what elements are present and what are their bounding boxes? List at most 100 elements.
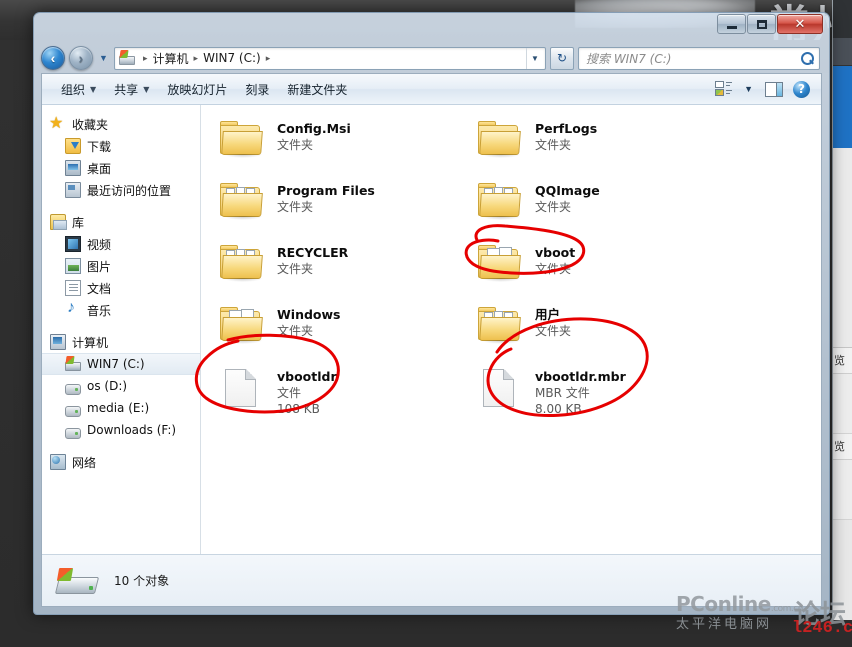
background-window-row: 览 — [833, 434, 852, 460]
address-dropdown-button[interactable]: ▼ — [526, 47, 543, 69]
file-type: 文件夹 — [277, 262, 314, 276]
file-name: vbootldr — [277, 369, 337, 384]
navigation-pane[interactable]: 收藏夹 下载 桌面 最近访问的位置 — [42, 105, 201, 554]
file-type: 文件夹 — [535, 138, 572, 152]
file-type: 文件夹 — [277, 324, 314, 338]
file-name: Windows — [277, 307, 341, 322]
breadcrumb-computer[interactable]: 计算机 — [153, 50, 189, 67]
close-icon: ✕ — [794, 16, 806, 32]
toolbar-slideshow-label: 放映幻灯片 — [167, 82, 228, 97]
back-button[interactable]: ‹ — [41, 46, 65, 70]
sidebar-item-win7-c[interactable]: WIN7 (C:) — [42, 353, 200, 375]
search-box[interactable]: 搜索 WIN7 (C:) — [578, 46, 820, 70]
background-window-titlebar — [833, 0, 852, 38]
breadcrumb-separator: ▸ — [143, 52, 148, 63]
help-button[interactable]: ? — [788, 79, 815, 100]
file-list[interactable]: Config.Msi 文件夹 PerfLogs 文件夹 Program File… — [201, 105, 821, 554]
forward-button[interactable]: › — [69, 46, 93, 70]
background-window-row: 览 — [833, 348, 852, 374]
list-item[interactable]: Windows 文件夹 — [215, 303, 473, 365]
refresh-button[interactable]: ↻ — [550, 46, 574, 70]
search-icon — [800, 51, 815, 66]
toolbar-share[interactable]: 共享 ▼ — [105, 78, 158, 101]
file-name: vbootldr.mbr — [535, 369, 626, 384]
folder-files-icon — [477, 181, 523, 221]
background-window[interactable]: 览 览 — [832, 0, 852, 620]
background-window-accent — [833, 66, 852, 148]
desktop-icon — [65, 160, 81, 176]
sidebar-label: 图片 — [87, 259, 112, 274]
window-titlebar[interactable]: ✕ — [41, 13, 823, 43]
preview-pane-button[interactable] — [760, 80, 788, 99]
sidebar-item-downloads[interactable]: 下载 — [42, 135, 200, 157]
address-bar[interactable]: ▸ 计算机 ▸ WIN7 (C:) ▸ ▼ — [114, 46, 546, 70]
breadcrumb-separator[interactable]: ▸ — [266, 53, 271, 64]
breadcrumb-separator[interactable]: ▸ — [194, 53, 199, 64]
close-button[interactable]: ✕ — [777, 14, 823, 34]
toolbar-organize[interactable]: 组织 ▼ — [52, 78, 105, 101]
sidebar-item-videos[interactable]: 视频 — [42, 233, 200, 255]
refresh-icon: ↻ — [556, 51, 568, 65]
toolbar-burn-label: 刻录 — [245, 82, 270, 97]
file-type: MBR 文件 — [535, 386, 590, 400]
breadcrumb-win7c[interactable]: WIN7 (C:) — [203, 51, 261, 65]
network-icon — [50, 454, 66, 470]
file-icon — [219, 367, 265, 409]
history-dropdown-button[interactable]: ▼ — [97, 46, 110, 70]
folder-files-icon — [477, 305, 523, 345]
chevron-down-icon[interactable]: ▼ — [737, 84, 760, 94]
list-item[interactable]: PerfLogs 文件夹 — [473, 117, 731, 179]
list-item[interactable]: RECYCLER 文件夹 — [215, 241, 473, 303]
toolbar-new-folder-label: 新建文件夹 — [287, 82, 348, 97]
minimize-button[interactable] — [717, 14, 746, 34]
sidebar-label: 最近访问的位置 — [87, 183, 172, 198]
music-icon — [65, 299, 81, 318]
drive-icon — [65, 383, 81, 395]
status-bar: 10 个对象 — [42, 554, 821, 606]
sidebar-item-documents[interactable]: 文档 — [42, 277, 200, 299]
sidebar-item-libraries[interactable]: 库 — [42, 211, 200, 233]
background-window-tabs — [833, 38, 852, 66]
background-window-fill — [833, 460, 852, 520]
file-size: 8.00 KB — [535, 402, 582, 416]
drive-icon — [54, 564, 100, 598]
list-item[interactable]: vboot 文件夹 — [473, 241, 731, 303]
toolbar-slideshow[interactable]: 放映幻灯片 — [158, 78, 236, 101]
sidebar-label: 收藏夹 — [72, 117, 109, 132]
sidebar-item-computer[interactable]: 计算机 — [42, 331, 200, 353]
list-item[interactable]: vbootldr.mbr MBR 文件 8.00 KB — [473, 365, 731, 427]
chevron-down-icon: ▼ — [90, 84, 97, 94]
sidebar-item-desktop[interactable]: 桌面 — [42, 157, 200, 179]
sidebar-item-recent-places[interactable]: 最近访问的位置 — [42, 179, 200, 201]
list-item[interactable]: 用户 文件夹 — [473, 303, 731, 365]
folder-files-icon — [219, 181, 265, 221]
download-folder-icon — [65, 138, 81, 154]
folder-windows-icon — [219, 305, 265, 345]
file-type: 文件 — [277, 386, 302, 400]
sidebar-label: 计算机 — [72, 335, 109, 350]
toolbar-burn[interactable]: 刻录 — [236, 78, 278, 101]
sidebar-item-pictures[interactable]: 图片 — [42, 255, 200, 277]
sidebar-item-network[interactable]: 网络 — [42, 451, 200, 473]
sidebar-label: WIN7 (C:) — [87, 357, 145, 371]
list-item[interactable]: Program Files 文件夹 — [215, 179, 473, 241]
list-item[interactable]: vbootldr 文件 108 KB — [215, 365, 473, 427]
sidebar-item-os-d[interactable]: os (D:) — [42, 375, 200, 397]
sidebar-item-downloads-f[interactable]: Downloads (F:) — [42, 419, 200, 441]
file-name: Program Files — [277, 183, 375, 198]
maximize-button[interactable] — [747, 14, 776, 34]
list-item[interactable]: Config.Msi 文件夹 — [215, 117, 473, 179]
sidebar-label: media (E:) — [87, 401, 150, 415]
file-type: 文件夹 — [277, 138, 314, 152]
window-body: 收藏夹 下载 桌面 最近访问的位置 — [42, 105, 821, 554]
sidebar-item-music[interactable]: 音乐 — [42, 299, 200, 321]
sidebar-label: 文档 — [87, 281, 112, 296]
help-icon: ? — [793, 80, 810, 98]
sidebar-item-favorites[interactable]: 收藏夹 — [42, 113, 200, 135]
toolbar-new-folder[interactable]: 新建文件夹 — [278, 78, 356, 101]
list-item[interactable]: QQImage 文件夹 — [473, 179, 731, 241]
nav-group-favorites: 收藏夹 下载 桌面 最近访问的位置 — [42, 113, 200, 201]
sidebar-item-media-e[interactable]: media (E:) — [42, 397, 200, 419]
change-view-button[interactable] — [710, 79, 737, 99]
search-input[interactable]: 搜索 WIN7 (C:) — [586, 50, 800, 67]
